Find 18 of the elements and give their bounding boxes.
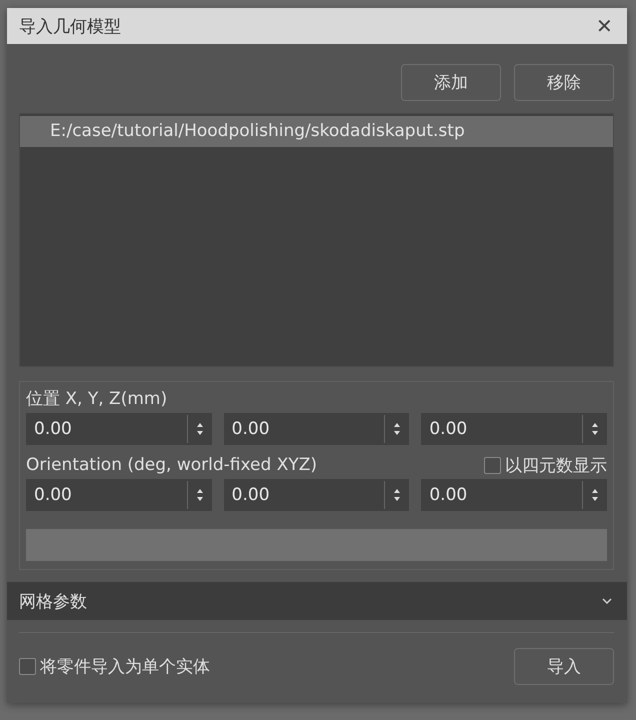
position-spin-field[interactable]: 0.00 bbox=[421, 413, 608, 445]
import-button[interactable]: 导入 bbox=[514, 648, 614, 685]
mesh-parameters-header[interactable]: 网格参数 bbox=[7, 582, 627, 620]
window-title: 导入几何模型 bbox=[19, 16, 121, 38]
position-label: 位置 X, Y, Z(mm) bbox=[26, 388, 168, 411]
orientation-spin-field[interactable]: 0.00 bbox=[421, 479, 608, 511]
orientation-spin-field[interactable]: 0.00 bbox=[26, 479, 212, 511]
orientation-spin-field[interactable]: 0.00 bbox=[224, 479, 410, 511]
quaternion-checkbox[interactable]: 以四元数显示 bbox=[484, 453, 607, 477]
close-button[interactable]: ✕ bbox=[594, 14, 615, 38]
remove-button[interactable]: 移除 bbox=[514, 64, 614, 101]
single-body-checkbox[interactable]: 将零件导入为单个实体 bbox=[19, 655, 210, 678]
file-list-item[interactable]: E:/case/tutorial/Hoodpolishing/skodadiskaput.stp bbox=[20, 116, 613, 147]
add-button[interactable]: 添加 bbox=[401, 64, 501, 101]
position-spin-field[interactable]: 0.00 bbox=[224, 413, 410, 445]
orientation-label: Orientation (deg, world-fixed XYZ) bbox=[26, 454, 318, 477]
section-title: 网格参数 bbox=[19, 590, 87, 612]
position-spin-field[interactable]: 0.00 bbox=[26, 413, 212, 445]
